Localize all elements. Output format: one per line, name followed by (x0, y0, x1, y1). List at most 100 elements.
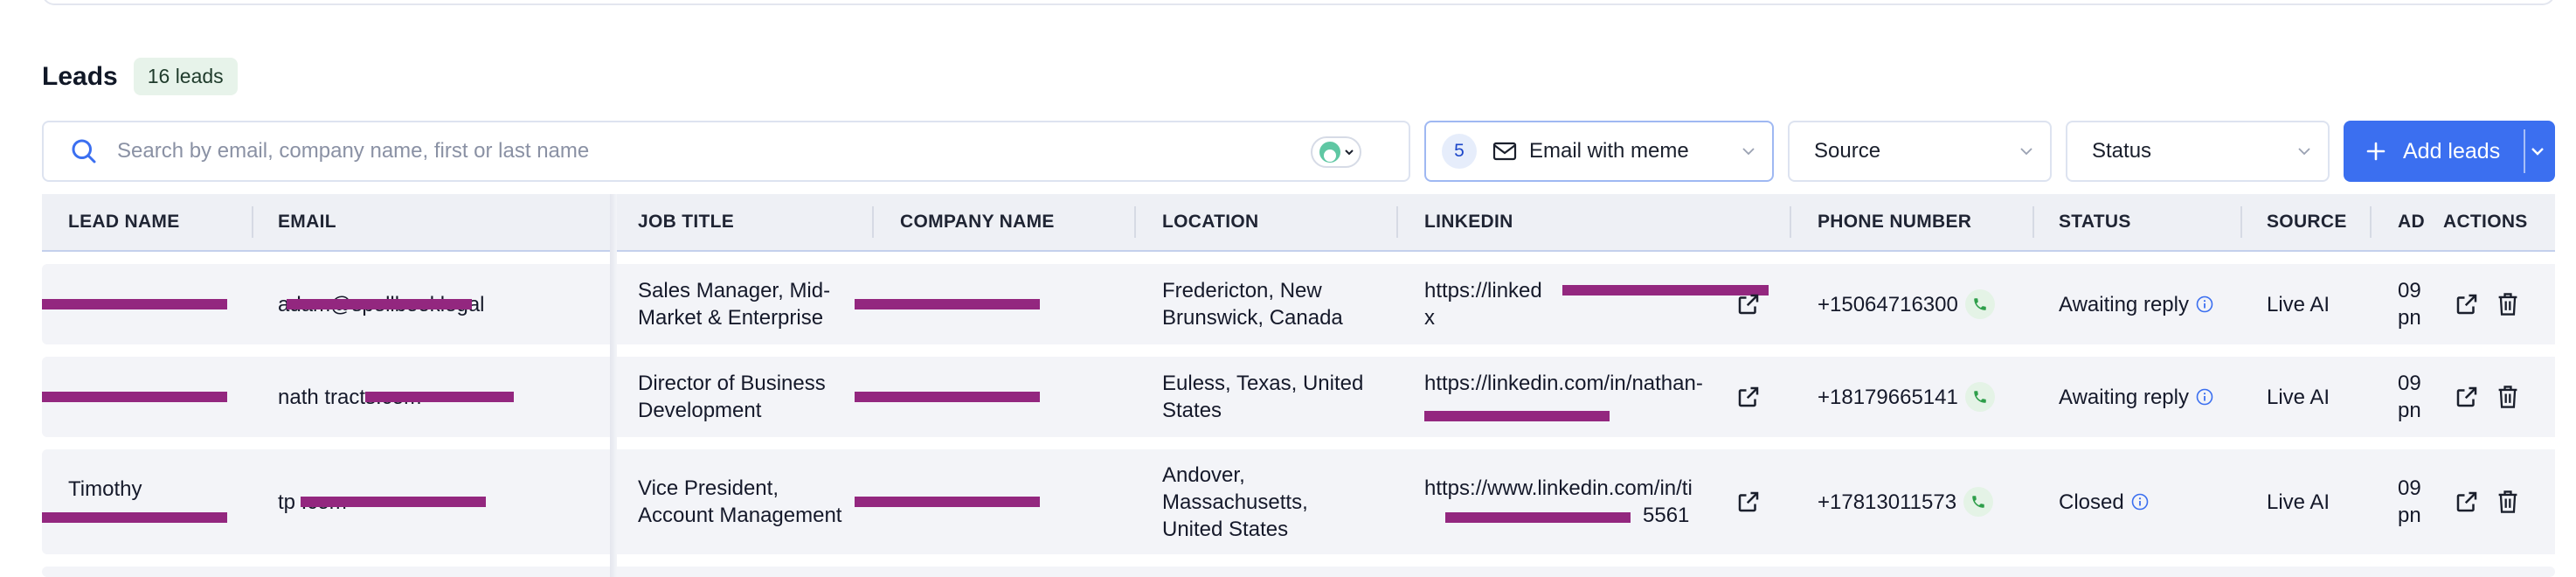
trash-icon[interactable] (2496, 291, 2520, 317)
table-row[interactable]: adam@spellbooklegal Sales Manager, Mid- … (42, 264, 2555, 344)
top-card-edge (42, 0, 2555, 5)
source-filter-dropdown[interactable]: Source (1788, 121, 2052, 182)
open-lead-icon[interactable] (2454, 291, 2480, 317)
column-header-job-title[interactable]: JOB TITLE (638, 194, 734, 250)
add-leads-label: Add leads (2403, 138, 2501, 163)
phone-icon (1974, 298, 1986, 310)
location-line: Fredericton, New (1162, 279, 1322, 302)
linkedin-line[interactable]: https://linkedin.com/in/nathan- (1424, 370, 1703, 397)
linkedin-line[interactable]: https://linked (1424, 277, 1542, 304)
toolbar: 5 Email with meme Source Status Add lead… (42, 121, 2555, 182)
table-row[interactable]: Timothy tp .com Vice President, Account … (42, 449, 2555, 554)
redaction-bar (855, 299, 1040, 309)
add-leads-button[interactable]: Add leads (2344, 121, 2555, 182)
actions-cell (2424, 449, 2555, 554)
column-header-added[interactable]: AD (2398, 194, 2425, 250)
lead-phone: +17813011573 (1818, 449, 1994, 554)
chevron-down-icon[interactable] (2529, 143, 2546, 160)
job-title-line: Director of Business (638, 372, 826, 395)
lead-location: Euless, Texas, United States (1162, 357, 1363, 437)
open-lead-icon[interactable] (2454, 384, 2480, 410)
table-header: LEAD NAME EMAIL JOB TITLE COMPANY NAME L… (42, 194, 2555, 252)
mail-icon (1492, 142, 1517, 161)
location-line: United States (1162, 517, 1289, 541)
lead-linkedin[interactable]: https://www.linkedin.com/in/ti 5561 (1424, 449, 1693, 554)
avatar-icon (1319, 142, 1340, 163)
linkedin-line[interactable]: x (1424, 304, 1435, 331)
lead-status: Awaiting reply (2059, 357, 2213, 437)
trash-icon[interactable] (2496, 384, 2520, 410)
trash-icon[interactable] (2496, 489, 2520, 515)
status-text: Awaiting reply (2059, 292, 2189, 316)
column-divider (1134, 206, 1136, 238)
status-filter-dropdown[interactable]: Status (2066, 121, 2330, 182)
search-input[interactable] (117, 139, 1253, 163)
lead-source: Live AI (2267, 292, 2330, 316)
column-header-location[interactable]: LOCATION (1162, 194, 1259, 250)
phone-call-button[interactable] (1964, 289, 1995, 319)
campaign-filter-dropdown[interactable]: 5 Email with meme (1424, 121, 1774, 182)
lead-added: 09 pn (2398, 449, 2421, 554)
redaction-bar (42, 512, 227, 523)
phone-call-button[interactable] (1963, 487, 1994, 517)
phone-text: +17813011573 (1818, 490, 1957, 514)
plus-icon (2366, 142, 2386, 161)
lead-source: Live AI (2267, 490, 2330, 514)
search-box[interactable] (42, 121, 1410, 182)
lead-job-title: Vice President, Account Management (638, 449, 841, 554)
chevron-down-icon (2020, 148, 2032, 156)
info-icon[interactable] (2131, 493, 2149, 511)
added-line: 09 (2398, 476, 2421, 500)
open-lead-icon[interactable] (2454, 489, 2480, 515)
column-header-status[interactable]: STATUS (2059, 194, 2131, 250)
leads-table: LEAD NAME EMAIL JOB TITLE COMPANY NAME L… (42, 194, 2555, 577)
info-icon[interactable] (2196, 388, 2213, 406)
column-header-company-name[interactable]: COMPANY NAME (900, 194, 1055, 250)
column-divider (1790, 206, 1791, 238)
column-divider (2032, 206, 2034, 238)
redaction-bar (301, 497, 486, 507)
button-divider (2524, 129, 2525, 173)
location-line: Brunswick, Canada (1162, 306, 1343, 330)
phone-icon (1972, 496, 1984, 508)
column-divider (1396, 206, 1398, 238)
lead-status: Closed (2059, 449, 2149, 554)
column-header-lead-name[interactable]: LEAD NAME (68, 194, 180, 250)
lead-linkedin[interactable]: https://linkedin.com/in/nathan- (1424, 357, 1703, 437)
location-line: Euless, Texas, United (1162, 372, 1364, 395)
phone-call-button[interactable] (1964, 382, 1995, 412)
column-header-actions: ACTIONS (2443, 212, 2528, 232)
job-title-line: Sales Manager, Mid- (638, 279, 831, 302)
lead-added: 09 pn (2398, 264, 2421, 344)
phone-text: +18179665141 (1818, 385, 1958, 409)
column-header-source[interactable]: SOURCE (2267, 194, 2347, 250)
location-line: Andover, (1162, 462, 1245, 487)
column-header-linkedin[interactable]: LINKEDIN (1424, 194, 1513, 250)
job-title-line: Account Management (638, 504, 842, 527)
sticky-column-shadow (610, 194, 617, 577)
info-icon[interactable] (2196, 295, 2213, 313)
external-link-icon[interactable] (1735, 489, 1762, 515)
job-title-line: Development (638, 399, 762, 422)
source-filter-label: Source (1814, 139, 1881, 163)
column-header-phone-number[interactable]: PHONE NUMBER (1818, 194, 1971, 250)
job-title-line: Market & Enterprise (638, 306, 824, 330)
profile-filter-button[interactable] (1311, 136, 1361, 168)
location-line: States (1162, 399, 1222, 422)
actions-cell (2424, 264, 2555, 344)
added-line: 09 (2398, 279, 2421, 302)
linkedin-line[interactable]: https://www.linkedin.com/in/ti (1424, 475, 1693, 502)
redaction-bar (1424, 411, 1610, 421)
lead-linkedin[interactable]: https://linked x (1424, 264, 1542, 344)
column-header-email[interactable]: EMAIL (278, 194, 336, 250)
redaction-bar (365, 392, 514, 402)
status-text: Closed (2059, 490, 2124, 514)
external-link-icon[interactable] (1735, 291, 1762, 317)
external-link-icon[interactable] (1735, 384, 1762, 410)
table-row (42, 567, 2555, 577)
status-filter-label: Status (2092, 139, 2152, 163)
table-row[interactable]: nath tracts.com Director of Business Dev… (42, 357, 2555, 437)
redaction-bar (42, 392, 227, 402)
actions-cell (2424, 357, 2555, 437)
lead-location: Andover, Massachusetts, United States (1162, 449, 1308, 554)
